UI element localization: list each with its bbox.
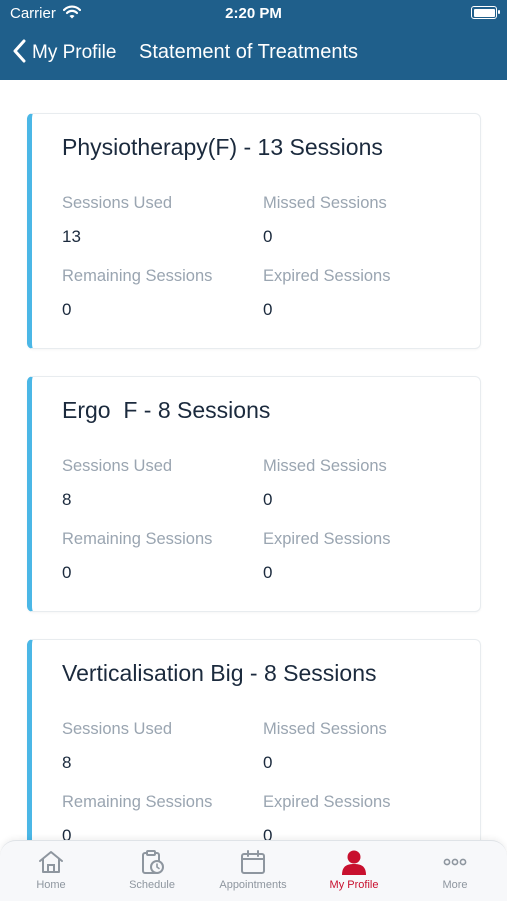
- missed-sessions-value: 0: [263, 753, 273, 772]
- expired-sessions-value: 0: [263, 563, 273, 582]
- missed-sessions-label: Missed Sessions: [263, 720, 387, 738]
- app-header: Carrier 2:20 PM My Profile Statement of …: [0, 0, 507, 80]
- clipboard-clock-icon: [102, 849, 202, 875]
- more-dots-icon: [405, 849, 505, 875]
- expired-sessions-value: 0: [263, 826, 273, 840]
- remaining-sessions-label: Remaining Sessions: [62, 530, 213, 548]
- remaining-sessions-label: Remaining Sessions: [62, 267, 213, 285]
- expired-sessions-label: Expired Sessions: [263, 267, 391, 285]
- expired-sessions-label: Expired Sessions: [263, 530, 391, 548]
- page-title: Statement of Treatments: [139, 41, 358, 63]
- treatment-card: Ergo F - 8 Sessions Sessions Used Missed…: [27, 376, 481, 612]
- expired-sessions-value: 0: [263, 300, 273, 319]
- sessions-used-value: 13: [62, 227, 81, 246]
- status-bar: Carrier 2:20 PM: [0, 0, 507, 28]
- treatment-card: Physiotherapy(F) - 13 Sessions Sessions …: [27, 113, 481, 349]
- home-icon: [1, 849, 101, 875]
- remaining-sessions-label: Remaining Sessions: [62, 793, 213, 811]
- expired-sessions-label: Expired Sessions: [263, 793, 391, 811]
- status-time: 2:20 PM: [225, 5, 282, 22]
- sessions-used-label: Sessions Used: [62, 457, 173, 475]
- remaining-sessions-value: 0: [62, 300, 72, 319]
- sessions-used-label: Sessions Used: [62, 194, 173, 212]
- treatment-title: Physiotherapy(F) - 13 Sessions: [62, 134, 383, 160]
- tab-more[interactable]: More: [405, 849, 505, 899]
- sessions-used-label: Sessions Used: [62, 720, 173, 738]
- calendar-icon: [203, 849, 303, 875]
- sessions-used-value: 8: [62, 490, 72, 509]
- tab-label: Home: [36, 879, 66, 891]
- treatment-title: Verticalisation Big - 8 Sessions: [62, 660, 377, 686]
- tab-label: More: [442, 879, 468, 891]
- tab-label: My Profile: [329, 879, 379, 891]
- remaining-sessions-value: 0: [62, 826, 72, 840]
- tab-bar: Home Schedule Appointments My Profile Mo…: [0, 840, 507, 901]
- back-label: My Profile: [32, 42, 117, 63]
- battery-icon: [471, 6, 500, 19]
- treatment-card: Verticalisation Big - 8 Sessions Session…: [27, 639, 481, 840]
- tab-label: Appointments: [219, 879, 287, 891]
- missed-sessions-label: Missed Sessions: [263, 194, 387, 212]
- navigation-bar: My Profile Statement of Treatments: [0, 32, 507, 76]
- tab-label: Schedule: [129, 879, 175, 891]
- treatment-title: Ergo F - 8 Sessions: [62, 397, 271, 423]
- missed-sessions-value: 0: [263, 490, 273, 509]
- missed-sessions-label: Missed Sessions: [263, 457, 387, 475]
- tab-schedule[interactable]: Schedule: [102, 849, 202, 899]
- back-button[interactable]: My Profile: [12, 38, 116, 68]
- missed-sessions-value: 0: [263, 227, 273, 246]
- treatments-list[interactable]: Physiotherapy(F) - 13 Sessions Sessions …: [0, 80, 507, 840]
- tab-home[interactable]: Home: [1, 849, 101, 899]
- remaining-sessions-value: 0: [62, 563, 72, 582]
- sessions-used-value: 8: [62, 753, 72, 772]
- user-icon: [304, 849, 404, 875]
- tab-my-profile[interactable]: My Profile: [304, 849, 404, 899]
- chevron-left-icon: [12, 39, 26, 68]
- tab-appointments[interactable]: Appointments: [203, 849, 303, 899]
